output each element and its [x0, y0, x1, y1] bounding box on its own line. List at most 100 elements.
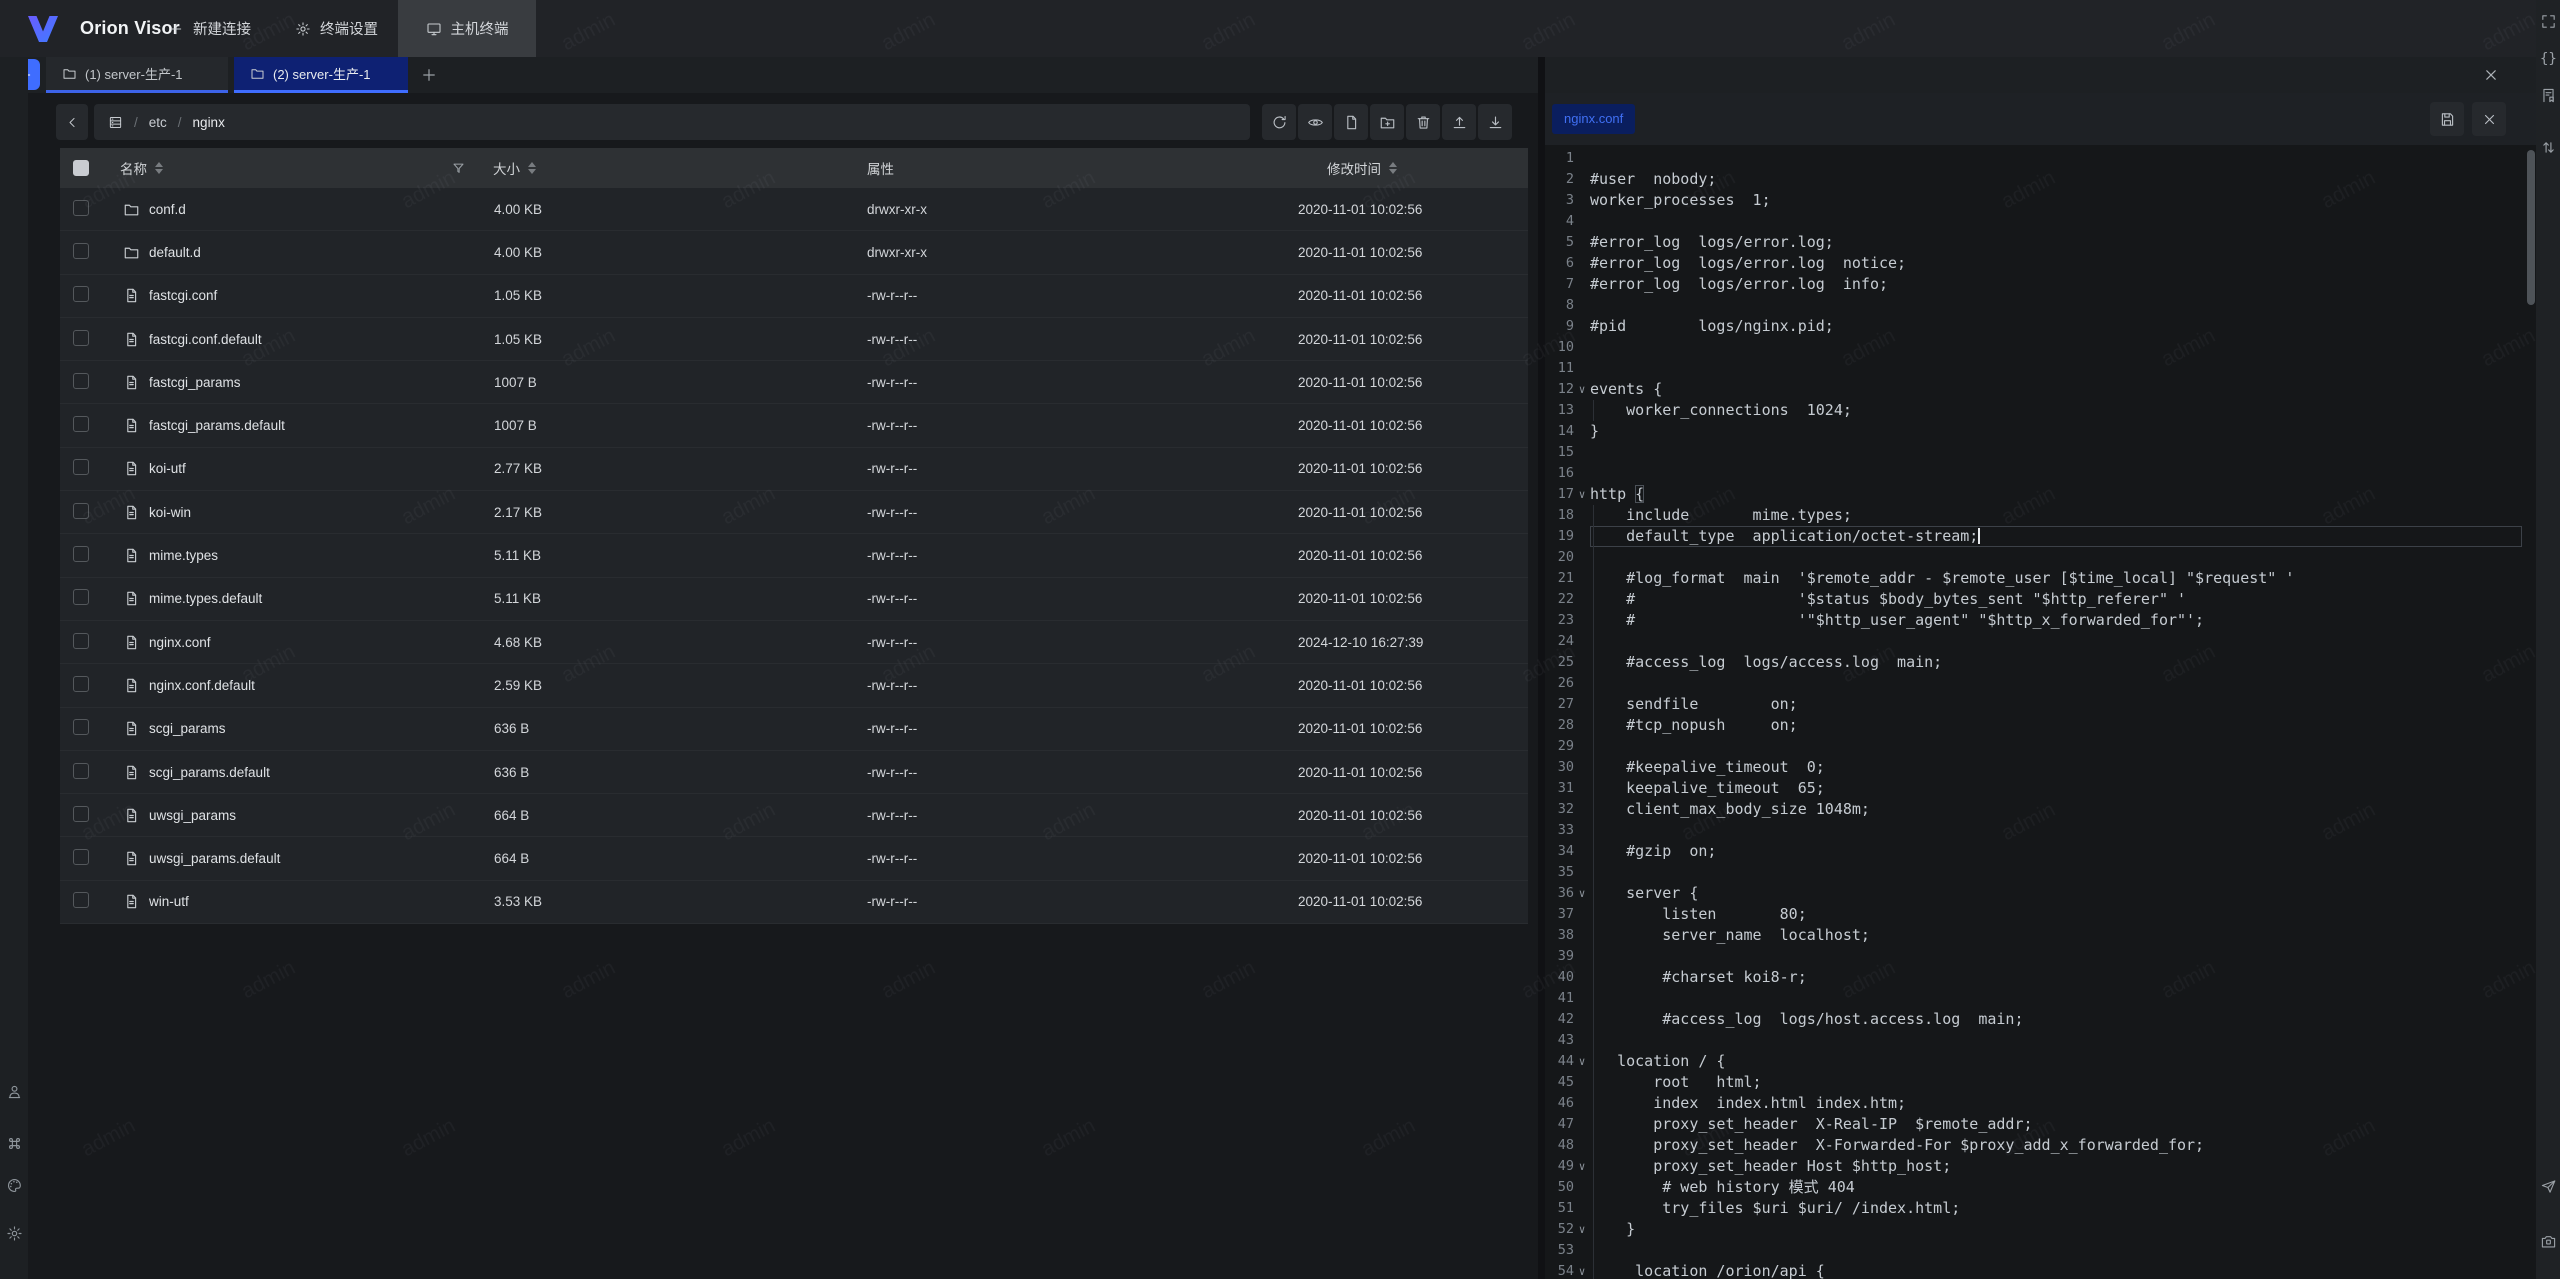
close-editor-button[interactable] [2472, 102, 2506, 136]
code-text[interactable] [1590, 463, 2522, 484]
code-line[interactable]: 30 #keepalive_timeout 0; [1545, 757, 2522, 778]
code-line[interactable]: 42 #access_log logs/host.access.log main… [1545, 1009, 2522, 1030]
row-checkbox[interactable] [73, 892, 89, 908]
fold-arrow-icon[interactable]: ∨ [1574, 484, 1590, 505]
download-button[interactable] [1478, 104, 1512, 140]
code-line[interactable]: 46 index index.html index.htm; [1545, 1093, 2522, 1114]
code-line[interactable]: 13 worker_connections 1024; [1545, 400, 2522, 421]
code-text[interactable]: #user nobody; [1590, 169, 2522, 190]
column-header-size[interactable]: 大小 [493, 158, 520, 178]
file-name[interactable]: uwsgi_params [149, 808, 236, 823]
new-folder-button[interactable] [1370, 104, 1404, 140]
preview-button[interactable] [1298, 104, 1332, 140]
file-name[interactable]: mime.types.default [149, 591, 262, 606]
code-text[interactable]: client_max_body_size 1048m; [1590, 799, 2522, 820]
file-name[interactable]: uwsgi_params.default [149, 851, 280, 866]
breadcrumb[interactable]: / etc / nginx [94, 104, 1250, 140]
table-row[interactable]: nginx.conf4.68 KB-rw-r--r--2024-12-10 16… [60, 621, 1528, 664]
code-text[interactable] [1590, 736, 2522, 757]
row-checkbox[interactable] [73, 373, 89, 389]
code-text[interactable]: root html; [1590, 1072, 2522, 1093]
table-row[interactable]: fastcgi_params.default1007 B-rw-r--r--20… [60, 404, 1528, 447]
table-row[interactable]: uwsgi_params.default664 B-rw-r--r--2020-… [60, 837, 1528, 880]
code-text[interactable] [1590, 1240, 2522, 1261]
code-text[interactable] [1590, 358, 2522, 379]
row-checkbox[interactable] [73, 763, 89, 779]
code-line[interactable]: 43 [1545, 1030, 2522, 1051]
code-line[interactable]: 11 [1545, 358, 2522, 379]
code-line[interactable]: 54∨ location /orion/api { [1545, 1261, 2522, 1279]
code-line[interactable]: 33 [1545, 820, 2522, 841]
code-line[interactable]: 25 #access_log logs/access.log main; [1545, 652, 2522, 673]
code-text[interactable]: #log_format main '$remote_addr - $remote… [1590, 568, 2522, 589]
storage-icon[interactable] [108, 115, 123, 130]
code-line[interactable]: 40 #charset koi8-r; [1545, 967, 2522, 988]
code-line[interactable]: 4 [1545, 211, 2522, 232]
filter-icon[interactable] [451, 161, 466, 176]
code-text[interactable]: try_files $uri $uri/ /index.html; [1590, 1198, 2522, 1219]
code-line[interactable]: 16 [1545, 463, 2522, 484]
row-checkbox[interactable] [73, 416, 89, 432]
file-name[interactable]: scgi_params.default [149, 765, 270, 780]
table-row[interactable]: mime.types.default5.11 KB-rw-r--r--2020-… [60, 578, 1528, 621]
code-text[interactable]: } [1590, 421, 2522, 442]
table-row[interactable]: koi-utf2.77 KB-rw-r--r--2020-11-01 10:02… [60, 448, 1528, 491]
code-text[interactable]: #tcp_nopush on; [1590, 715, 2522, 736]
column-header-mtime[interactable]: 修改时间 [1327, 158, 1381, 178]
tab-server-1[interactable]: (1) server-生产-1 [46, 57, 228, 93]
fold-arrow-icon[interactable]: ∨ [1574, 1219, 1590, 1240]
file-name[interactable]: fastcgi.conf [149, 288, 217, 303]
panel-divider[interactable] [1538, 57, 1545, 1279]
code-line[interactable]: 41 [1545, 988, 2522, 1009]
row-checkbox[interactable] [73, 719, 89, 735]
code-line[interactable]: 24 [1545, 631, 2522, 652]
code-line[interactable]: 19 default_type application/octet-stream… [1545, 526, 2522, 547]
code-editor[interactable]: 12#user nobody;3worker_processes 1;45#er… [1545, 145, 2522, 1279]
code-line[interactable]: 20 [1545, 547, 2522, 568]
table-row[interactable]: default.d4.00 KBdrwxr-xr-x2020-11-01 10:… [60, 231, 1528, 274]
file-name[interactable]: mime.types [149, 548, 218, 563]
file-name[interactable]: nginx.conf [149, 635, 211, 650]
fold-arrow-icon[interactable]: ∨ [1574, 1261, 1590, 1279]
file-name[interactable]: scgi_params [149, 721, 226, 736]
file-name[interactable]: fastcgi.conf.default [149, 332, 262, 347]
code-text[interactable]: #error_log logs/error.log; [1590, 232, 2522, 253]
row-checkbox[interactable] [73, 459, 89, 475]
sort-carets-icon[interactable] [155, 162, 163, 174]
code-text[interactable] [1590, 946, 2522, 967]
code-text[interactable]: # '$status $body_bytes_sent "$http_refer… [1590, 589, 2522, 610]
code-text[interactable] [1590, 148, 2522, 169]
code-line[interactable]: 26 [1545, 673, 2522, 694]
file-name[interactable]: koi-win [149, 505, 191, 520]
code-text[interactable]: #access_log logs/access.log main; [1590, 652, 2522, 673]
code-text[interactable] [1590, 673, 2522, 694]
theme-icon[interactable] [6, 1177, 23, 1194]
sort-carets-icon[interactable] [1389, 162, 1397, 174]
fullscreen-icon[interactable] [2540, 13, 2557, 30]
code-text[interactable]: proxy_set_header Host $http_host; [1590, 1156, 2522, 1177]
table-row[interactable]: uwsgi_params664 B-rw-r--r--2020-11-01 10… [60, 794, 1528, 837]
code-text[interactable] [1590, 631, 2522, 652]
settings-icon[interactable] [6, 1225, 23, 1242]
code-text[interactable]: location /orion/api { [1590, 1261, 2522, 1279]
column-header-name[interactable]: 名称 [120, 158, 147, 178]
save-button[interactable] [2430, 102, 2464, 136]
nav-item-new-connection[interactable]: 新建连接 [150, 0, 269, 57]
back-button[interactable] [56, 104, 88, 140]
code-text[interactable]: # web history 模式 404 [1590, 1177, 2522, 1198]
code-line[interactable]: 52∨ } [1545, 1219, 2522, 1240]
code-text[interactable] [1590, 862, 2522, 883]
code-text[interactable] [1590, 295, 2522, 316]
code-line[interactable]: 38 server_name localhost; [1545, 925, 2522, 946]
code-line[interactable]: 49∨ proxy_set_header Host $http_host; [1545, 1156, 2522, 1177]
code-text[interactable]: #error_log logs/error.log info; [1590, 274, 2522, 295]
file-name[interactable]: koi-utf [149, 461, 186, 476]
row-checkbox[interactable] [73, 243, 89, 259]
table-row[interactable]: fastcgi_params1007 B-rw-r--r--2020-11-01… [60, 361, 1528, 404]
new-file-button[interactable] [1334, 104, 1368, 140]
code-text[interactable]: keepalive_timeout 65; [1590, 778, 2522, 799]
code-text[interactable] [1590, 211, 2522, 232]
editor-scrollbar-thumb[interactable] [2527, 150, 2535, 305]
row-checkbox[interactable] [73, 806, 89, 822]
file-name[interactable]: default.d [149, 245, 201, 260]
